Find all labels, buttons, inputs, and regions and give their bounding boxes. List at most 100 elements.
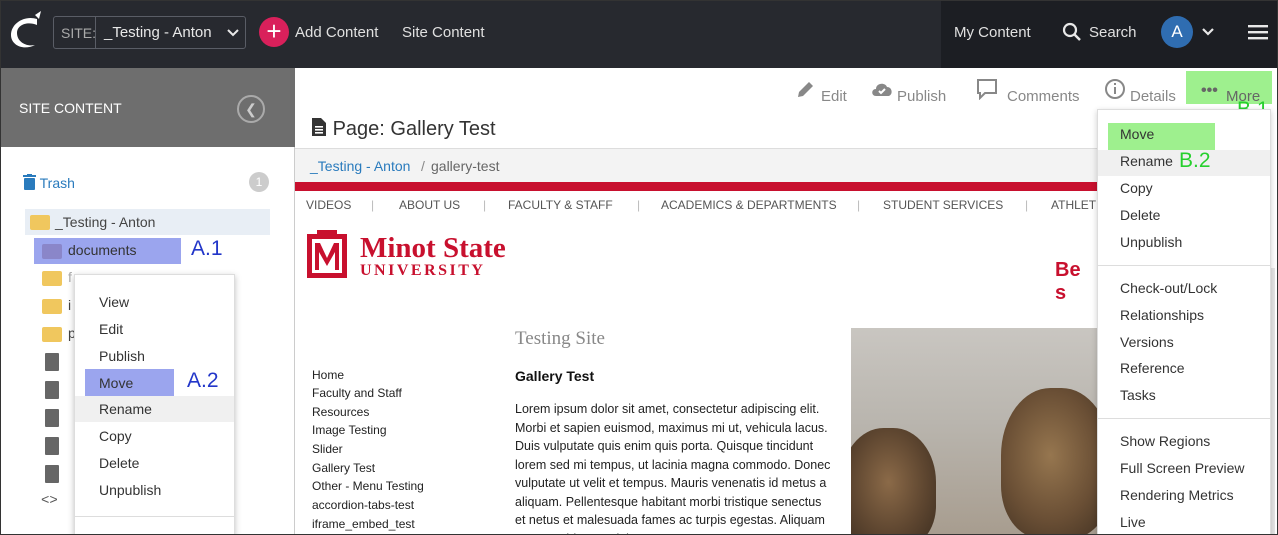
details-button[interactable]: Details [1130, 88, 1176, 105]
ellipsis-icon[interactable]: ••• [1201, 82, 1218, 100]
annotation-a1: A.1 [191, 237, 223, 260]
preview-left-nav-item[interactable]: Resources [312, 405, 369, 419]
site-selector[interactable]: SITE: _Testing - Anton [53, 16, 246, 49]
preview-body-text: Lorem ipsum dolor sit amet, consectetur … [515, 402, 831, 534]
tree-item-partial[interactable]: f [68, 269, 72, 285]
more-item-reference[interactable]: Reference [1120, 360, 1185, 376]
comments-icon[interactable] [976, 78, 998, 100]
preview-nav-item[interactable]: FACULTY & STAFF [508, 198, 613, 212]
page-icon[interactable] [45, 353, 59, 371]
menu-divider [75, 516, 234, 517]
more-item-rename[interactable]: Rename [1120, 153, 1173, 169]
preview-top-bar [295, 182, 1097, 191]
cascade-logo-icon[interactable] [7, 11, 43, 51]
add-content-button[interactable]: Add Content [295, 24, 378, 41]
more-item-versions[interactable]: Versions [1120, 334, 1174, 350]
app-window: SITE: _Testing - Anton + Add Content Sit… [0, 0, 1278, 535]
folder-icon[interactable] [42, 271, 62, 286]
site-value: _Testing - Anton [104, 24, 212, 41]
tree-item-documents[interactable]: documents [34, 238, 181, 264]
search-icon[interactable] [1062, 22, 1082, 42]
add-content-icon[interactable]: + [259, 17, 289, 47]
preview-left-nav-item[interactable]: accordion-tabs-test [312, 498, 414, 512]
breadcrumb-site-link[interactable]: _Testing - Anton [310, 158, 410, 174]
preview-left-nav-item[interactable]: Gallery Test [312, 461, 375, 475]
comments-button[interactable]: Comments [1007, 88, 1080, 105]
edit-button[interactable]: Edit [821, 88, 847, 105]
more-item-checkout[interactable]: Check-out/Lock [1120, 280, 1217, 296]
more-item-move[interactable]: Move [1120, 126, 1154, 142]
preview-nav-item[interactable]: ACADEMICS & DEPARTMENTS [661, 198, 837, 212]
trash-count-badge: 1 [249, 172, 269, 192]
publish-button[interactable]: Publish [897, 88, 946, 105]
annotation-b2: B.2 [1179, 149, 1211, 172]
pencil-icon[interactable] [795, 80, 815, 100]
trash-label: Trash [39, 175, 75, 191]
kitten-photo [851, 328, 1097, 534]
more-item-show-regions[interactable]: Show Regions [1120, 433, 1210, 449]
site-label: SITE: [61, 25, 97, 41]
page-icon[interactable] [45, 381, 59, 399]
preview-content-heading: Gallery Test [515, 368, 595, 384]
my-content-button[interactable]: My Content [954, 24, 1031, 41]
page-title-text: Page: Gallery Test [332, 118, 496, 140]
breadcrumb-separator: / [421, 158, 425, 174]
more-item-rendering-metrics[interactable]: Rendering Metrics [1120, 487, 1234, 503]
avatar[interactable]: A [1161, 16, 1193, 48]
page-icon[interactable] [45, 465, 59, 483]
page-icon[interactable] [45, 409, 59, 427]
cloud-upload-icon[interactable] [870, 80, 894, 98]
preview-left-nav-item[interactable]: Image Testing [312, 423, 387, 437]
preview-nav-item[interactable]: STUDENT SERVICES [883, 198, 1003, 212]
sidebar-header: SITE CONTENT ❮ [1, 68, 295, 147]
preview-left-nav-item[interactable]: Other - Menu Testing [312, 479, 424, 493]
top-bar: SITE: _Testing - Anton + Add Content Sit… [1, 1, 1277, 68]
more-item-unpublish[interactable]: Unpublish [1120, 234, 1182, 250]
trash-link[interactable]: Trash 1 [23, 172, 269, 192]
preview-left-nav-item[interactable]: Faculty and Staff [312, 386, 402, 400]
tree-item-partial[interactable]: i [68, 297, 71, 313]
breadcrumb-page: gallery-test [431, 158, 500, 174]
context-item-unpublish[interactable]: Unpublish [99, 482, 161, 498]
folder-icon [30, 215, 50, 230]
folder-icon[interactable] [42, 327, 62, 342]
context-item-edit[interactable]: Edit [99, 321, 123, 337]
more-item-relationships[interactable]: Relationships [1120, 307, 1204, 323]
code-icon[interactable]: <> [41, 493, 58, 509]
chevron-down-icon [227, 29, 239, 37]
context-item-rename[interactable]: Rename [99, 401, 152, 417]
folder-icon[interactable] [42, 299, 62, 314]
context-item-copy[interactable]: Copy [99, 428, 132, 444]
tree-item-label: documents [68, 242, 137, 258]
page-title: Page: Gallery Test [311, 117, 496, 141]
more-item-copy[interactable]: Copy [1120, 180, 1153, 196]
context-item-publish[interactable]: Publish [99, 348, 145, 364]
preview-nav-item[interactable]: ATHLET [1051, 198, 1096, 212]
preview-nav-item[interactable]: VIDEOS [306, 198, 351, 212]
site-content-button[interactable]: Site Content [402, 24, 485, 41]
preview-tagline: Be s [1055, 259, 1081, 304]
info-icon[interactable] [1104, 78, 1126, 100]
collapse-sidebar-icon[interactable]: ❮ [237, 95, 265, 123]
preview-left-nav-item[interactable]: iframe_embed_test [312, 517, 415, 531]
chevron-down-icon[interactable] [1201, 25, 1215, 39]
hamburger-menu-icon[interactable] [1247, 23, 1269, 41]
preview-left-nav-item[interactable]: Slider [312, 442, 343, 456]
preview-nav-item[interactable]: ABOUT US [399, 198, 460, 212]
more-item-delete[interactable]: Delete [1120, 207, 1160, 223]
annotation-a2: A.2 [187, 369, 219, 392]
context-item-delete[interactable]: Delete [99, 455, 139, 471]
menu-divider [1098, 418, 1270, 419]
document-icon [312, 118, 326, 136]
msu-logo-line1: Minot State [360, 232, 506, 264]
more-item-full-screen-preview[interactable]: Full Screen Preview [1120, 460, 1245, 476]
tree-root-folder[interactable]: _Testing - Anton [25, 209, 270, 235]
preview-left-nav-item[interactable]: Home [312, 368, 344, 382]
page-icon[interactable] [45, 437, 59, 455]
context-item-view[interactable]: View [99, 294, 129, 310]
context-item-move[interactable]: Move [99, 375, 133, 391]
tree-root-label: _Testing - Anton [55, 214, 156, 230]
more-item-tasks[interactable]: Tasks [1120, 387, 1156, 403]
more-item-live[interactable]: Live [1120, 514, 1146, 530]
search-button[interactable]: Search [1089, 24, 1137, 41]
